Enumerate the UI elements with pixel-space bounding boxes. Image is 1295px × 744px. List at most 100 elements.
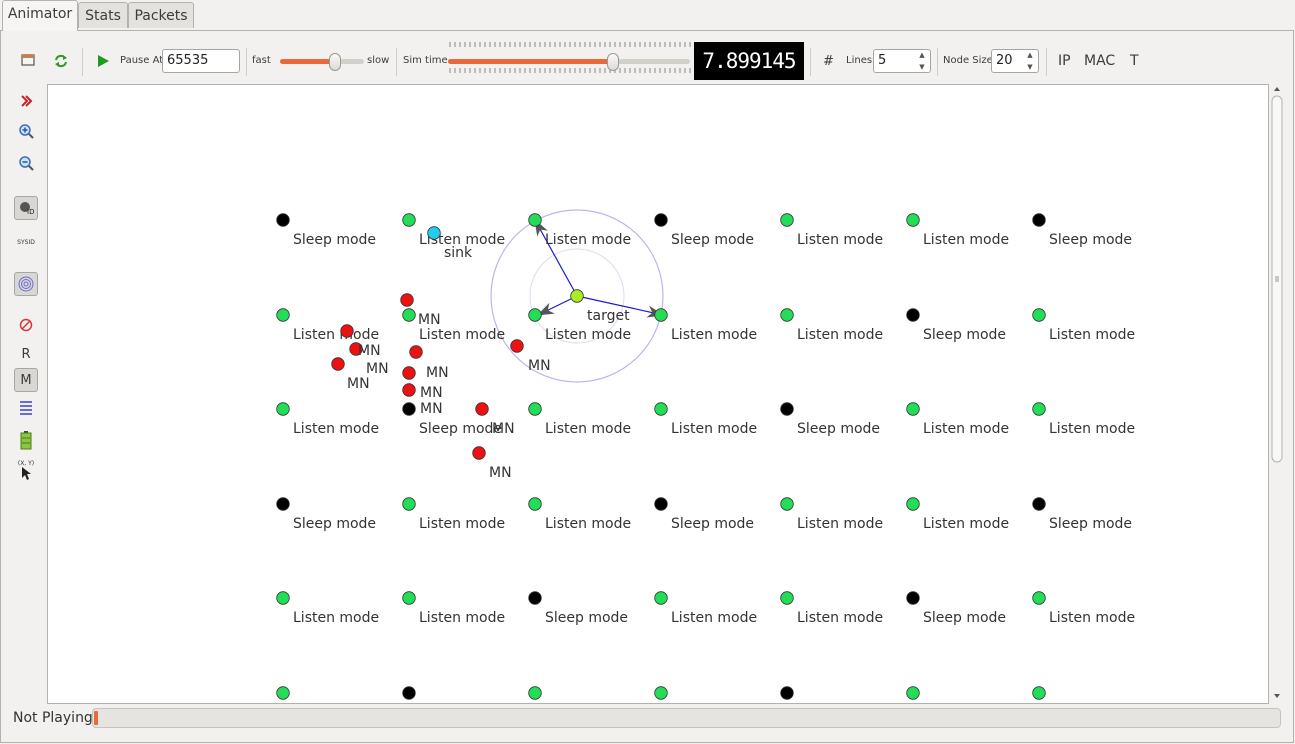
network-animation-canvas[interactable]: Sleep mode Listen mode Listen mode Sleep mo… — [47, 84, 1269, 704]
pause-at-input[interactable]: 65535 — [162, 49, 240, 73]
tab-stats[interactable]: Stats — [78, 2, 128, 28]
sensor-node — [654, 591, 668, 605]
t-toggle[interactable]: T — [1130, 53, 1139, 69]
tab-packets[interactable]: Packets — [128, 2, 194, 28]
node-mode-label: Listen mode — [1049, 610, 1135, 626]
lines-spin-arrows-icon[interactable]: ▲ ▼ — [915, 49, 929, 73]
node-mode-label: Listen mode — [419, 516, 505, 532]
scroll-up-arrow-icon[interactable] — [1274, 87, 1280, 91]
node-id-toggle[interactable]: ID — [14, 196, 38, 220]
sink-node — [427, 226, 441, 240]
mobile-node-label: MN — [420, 385, 443, 401]
sensor-node — [906, 591, 920, 605]
sensor-node — [276, 497, 290, 511]
speed-slider[interactable] — [280, 59, 364, 64]
sensor-node — [780, 497, 794, 511]
fit-view-icon[interactable] — [14, 89, 38, 113]
sensor-node — [1032, 213, 1046, 227]
tab-animator[interactable]: Animator — [2, 0, 78, 31]
target-label: target — [587, 308, 630, 324]
sim-time-display: 7.899145 13 — [694, 42, 804, 111]
mobile-node — [402, 366, 416, 380]
zoom-out-icon[interactable] — [14, 151, 38, 175]
mobile-node-label: MN — [347, 376, 370, 392]
node-mode-label: Listen mode — [293, 610, 379, 626]
separator — [1046, 48, 1047, 76]
xy-label: (X, Y) — [17, 460, 35, 467]
mac-toggle[interactable]: MAC — [1084, 53, 1115, 69]
sim-time-slider-fill — [448, 59, 613, 64]
wireless-circles-icon — [18, 276, 34, 292]
grid-lines-icon[interactable]: # — [823, 54, 834, 69]
mobile-node-label: MN — [420, 401, 443, 417]
ip-toggle[interactable]: IP — [1058, 53, 1071, 69]
node-size-spin-arrows-icon[interactable]: ▲ ▼ — [1023, 49, 1037, 73]
node-mode-label: Listen mode — [797, 516, 883, 532]
zoom-in-icon[interactable] — [14, 119, 38, 143]
sysid-label: SYSID — [17, 238, 35, 246]
sensor-node — [780, 213, 794, 227]
mobile-node — [331, 357, 345, 371]
sensor-node — [528, 591, 542, 605]
sensor-node — [402, 213, 416, 227]
reload-icon[interactable] — [52, 52, 70, 73]
mobile-node-label: MN — [426, 365, 449, 381]
separator — [810, 48, 811, 76]
node-mode-label: Listen mode — [923, 516, 1009, 532]
vertical-scrollbar[interactable] — [1270, 84, 1284, 704]
m-toggle[interactable]: M — [14, 368, 38, 392]
sensor-node — [654, 686, 668, 700]
pause-at-label: Pause At — [120, 55, 164, 66]
sensor-node — [906, 686, 920, 700]
mobile-node — [402, 383, 416, 397]
left-toolbar: ID SYSID R M (X, Y) — [10, 86, 44, 496]
sysid-toggle[interactable]: SYSID — [14, 230, 38, 254]
node-mode-label: Listen mode — [797, 610, 883, 626]
stop-icon[interactable] — [14, 313, 38, 337]
separator — [937, 48, 938, 76]
open-file-icon[interactable] — [20, 52, 36, 71]
sensor-node — [780, 686, 794, 700]
node-mode-label: Sleep mode — [293, 232, 376, 248]
sensor-node — [276, 213, 290, 227]
mobile-node-label: MN — [366, 361, 389, 377]
sensor-node — [528, 402, 542, 416]
node-mode-label: Listen mode — [923, 421, 1009, 437]
node-mode-label: Sleep mode — [923, 610, 1006, 626]
node-mode-label: Listen mode — [545, 232, 631, 248]
node-mode-label: Sleep mode — [923, 327, 1006, 343]
mouse-position-toggle[interactable]: (X, Y) — [14, 458, 38, 482]
sensor-node — [402, 686, 416, 700]
node-mode-label: Sleep mode — [1049, 516, 1132, 532]
lines-value: 5 — [878, 53, 887, 68]
sensor-node — [1032, 402, 1046, 416]
r-toggle[interactable]: R — [14, 342, 38, 366]
play-icon[interactable] — [96, 53, 110, 72]
sim-time-label: Sim time — [403, 55, 448, 66]
sensor-node — [276, 402, 290, 416]
separator — [246, 48, 247, 76]
node-mode-label: Listen mode — [419, 327, 505, 343]
network-topology-view: Sleep mode Listen mode Listen mode Sleep mo… — [276, 209, 1135, 700]
scroll-down-arrow-icon[interactable] — [1274, 694, 1280, 698]
packet-list-icon[interactable] — [14, 396, 38, 420]
node-mode-label: Listen mode — [419, 610, 505, 626]
node-mode-label: Listen mode — [923, 232, 1009, 248]
sensor-node — [1032, 591, 1046, 605]
svg-text:ID: ID — [27, 208, 34, 216]
speed-slider-handle[interactable] — [328, 53, 341, 71]
sim-time-slider-handle[interactable] — [606, 53, 619, 71]
node-size-label: Node Size — [943, 55, 993, 66]
mobile-node-label: MN — [528, 358, 551, 374]
battery-icon[interactable] — [14, 428, 38, 452]
mobile-node — [472, 446, 486, 460]
sensor-node — [276, 308, 290, 322]
mobile-node-label: MN — [418, 312, 441, 328]
mobile-node-label: MN — [358, 343, 381, 359]
sensor-node — [780, 591, 794, 605]
lines-label: Lines — [846, 55, 873, 66]
separator — [396, 48, 397, 76]
node-mode-label: Listen mode — [797, 327, 883, 343]
sim-time-slider[interactable] — [448, 59, 690, 64]
wireless-circles-toggle[interactable] — [14, 272, 38, 296]
